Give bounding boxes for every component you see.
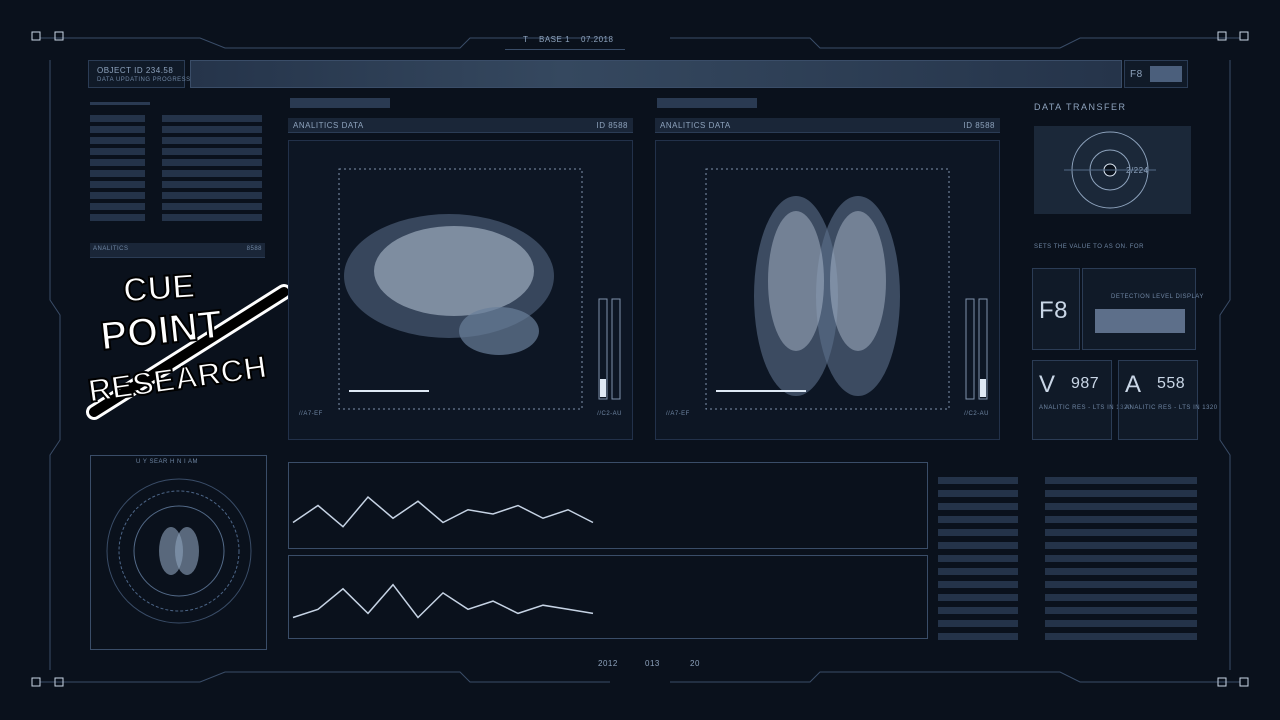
- bottom-right-list: [938, 462, 1198, 642]
- center-brain-panel: ANALITICS DATA ID 8588 //A7-EF //C2-AU: [288, 96, 633, 441]
- center-code-left: //A7-EF: [299, 411, 323, 417]
- v-letter: V: [1039, 371, 1056, 398]
- detection-box: DETECTION LEVEL DISPLAY: [1082, 268, 1203, 350]
- left-info-panel: ANALITICS 8588: [90, 100, 265, 258]
- f8-big-box[interactable]: F8: [1032, 268, 1080, 350]
- header-base: T BASE 1 07.2018: [505, 31, 625, 50]
- footer-item-2[interactable]: 013: [645, 659, 660, 668]
- right-viewport: //A7-EF //C2-AU: [655, 140, 1000, 440]
- center-brain-graphic: [338, 168, 621, 410]
- f8-header-label: F8: [1130, 69, 1143, 80]
- a-caption: ANALITIC RES - LTS IN 1320: [1125, 405, 1218, 411]
- radar-box: 2/224: [1034, 126, 1191, 214]
- radar-icon: [1064, 131, 1156, 209]
- scan-panel: U Y SEAR H N I AM: [90, 455, 267, 650]
- v-box: V 987 ANALITIC RES - LTS IN 1320: [1032, 360, 1131, 440]
- cue-point-research-logo: CUE POINT RESEARCH: [84, 262, 296, 430]
- center-head: ANALITICS DATA ID 8588: [288, 118, 633, 133]
- data-transfer-note: SETS THE VALUE TO AS ON. FOR: [1034, 244, 1144, 250]
- left-analitics-head: ANALITICS 8588: [90, 243, 265, 258]
- v-value: 987: [1071, 375, 1100, 392]
- right-head: ANALITICS DATA ID 8588: [655, 118, 1000, 133]
- right-code-left: //A7-EF: [666, 411, 690, 417]
- f8-header-box[interactable]: F8: [1124, 60, 1188, 88]
- f8-big-label: F8: [1039, 297, 1069, 324]
- right-title: ANALITICS DATA: [660, 121, 731, 130]
- wave-series-line: [292, 583, 594, 619]
- footer: 2012 013 20: [590, 655, 730, 673]
- logo-line1: CUE: [122, 267, 196, 310]
- left-analitics-number: 8588: [246, 246, 262, 252]
- left-info-header: [90, 102, 150, 105]
- object-id: OBJECT ID 234.58: [97, 66, 174, 75]
- wave-chart-top: [288, 462, 928, 549]
- right-brain-graphic: [705, 168, 988, 410]
- logo-graffiti: CUE POINT RESEARCH: [85, 266, 292, 420]
- f8-header-bars: [1150, 66, 1182, 82]
- center-viewport: //A7-EF //C2-AU: [288, 140, 633, 440]
- center-tab: [290, 98, 390, 108]
- base-label: BASE 1: [539, 35, 571, 44]
- detection-label: DETECTION LEVEL DISPLAY: [1111, 294, 1204, 300]
- footer-item-3[interactable]: 20: [690, 659, 700, 668]
- scan-brain-graphic: [106, 478, 252, 624]
- a-letter: A: [1125, 371, 1142, 398]
- wave-chart-bottom: [288, 555, 928, 639]
- wave-chart-2: [292, 583, 594, 619]
- data-transfer-title: DATA TRANSFER: [1034, 102, 1127, 112]
- data-transfer-counter: 2/224: [1126, 166, 1149, 175]
- object-sub: DATA UPDATING PROGRESS: [97, 77, 191, 83]
- center-code-right: //C2-AU: [597, 411, 622, 417]
- right-code-right: //C2-AU: [964, 411, 989, 417]
- data-transfer-panel: DATA TRANSFER 2/224 SETS THE VALUE TO AS…: [1022, 100, 1217, 440]
- footer-item-1[interactable]: 2012: [598, 659, 618, 668]
- wave-series-line: [292, 495, 594, 528]
- wave-chart-1: [292, 495, 594, 528]
- left-analitics-title: ANALITICS: [93, 246, 129, 252]
- center-title: ANALITICS DATA: [293, 121, 364, 130]
- progress-strip: [190, 60, 1122, 88]
- detection-bar: [1095, 309, 1185, 333]
- a-value: 558: [1157, 375, 1186, 392]
- right-brain-panel: ANALITICS DATA ID 8588 //A7-EF //C2-AU: [655, 96, 1000, 441]
- t-label: T: [523, 35, 529, 44]
- date-label: 07.2018: [581, 35, 614, 44]
- right-id: ID 8588: [963, 121, 995, 130]
- object-id-box: OBJECT ID 234.58 DATA UPDATING PROGRESS: [88, 60, 190, 88]
- center-id: ID 8588: [596, 121, 628, 130]
- right-tab: [657, 98, 757, 108]
- a-box: A 558 ANALITIC RES - LTS IN 1320: [1118, 360, 1217, 440]
